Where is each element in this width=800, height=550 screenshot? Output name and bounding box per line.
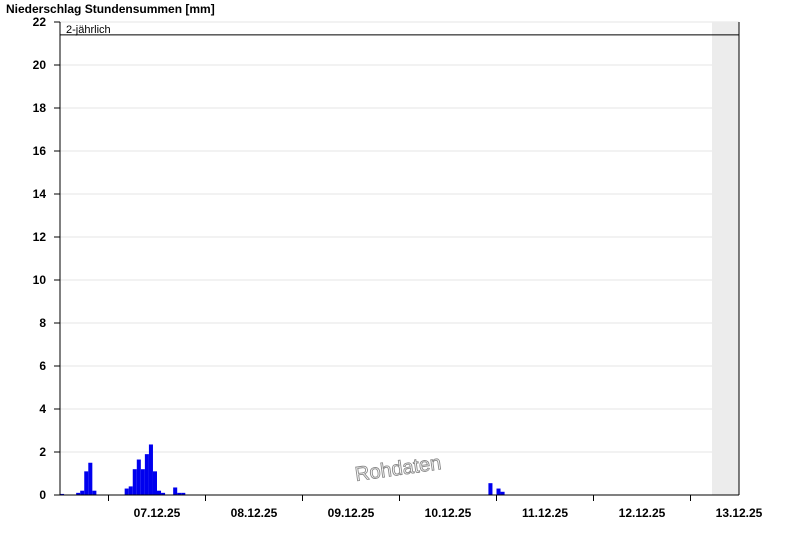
x-tick-label: 08.12.25 — [231, 506, 278, 520]
bar — [144, 454, 149, 495]
bar — [148, 444, 153, 495]
x-tick-label: 10.12.25 — [425, 506, 472, 520]
y-tick-label: 18 — [33, 101, 47, 115]
precipitation-chart: Niederschlag Stundensummen [mm] 2-jährli… — [0, 0, 800, 550]
y-tick-label: 6 — [39, 359, 46, 373]
bar — [157, 490, 162, 495]
y-tick-label: 22 — [33, 15, 47, 29]
bar — [88, 462, 93, 495]
x-tick-label: 12.12.25 — [619, 506, 666, 520]
bar — [92, 490, 97, 495]
x-tick-label: 09.12.25 — [328, 506, 375, 520]
y-tick-label: 10 — [33, 273, 47, 287]
bar — [128, 486, 133, 495]
bar — [173, 487, 178, 495]
bar — [136, 459, 141, 495]
bar — [488, 483, 493, 495]
y-tick-label: 0 — [39, 488, 46, 502]
y-tick-label: 16 — [33, 144, 47, 158]
y-tick-label: 8 — [39, 316, 46, 330]
y-tick-label: 20 — [33, 58, 47, 72]
future-area-shading — [712, 22, 739, 495]
y-tick-label: 2 — [39, 445, 46, 459]
reference-line-label: 2-jährlich — [66, 24, 111, 36]
y-tick-label: 12 — [33, 230, 47, 244]
bar — [80, 490, 85, 495]
bar — [132, 469, 137, 495]
y-tick-label: 14 — [33, 187, 47, 201]
bar — [84, 471, 89, 495]
x-tick-label: 11.12.25 — [522, 506, 568, 520]
bar — [124, 488, 129, 495]
bar — [496, 488, 501, 495]
bar — [140, 469, 145, 495]
x-tick-label: 07.12.25 — [134, 506, 181, 520]
y-tick-label: 4 — [39, 402, 46, 416]
x-tick-label: 13.12.25 — [716, 506, 763, 520]
chart-title: Niederschlag Stundensummen [mm] — [6, 2, 215, 16]
bar — [152, 471, 157, 495]
